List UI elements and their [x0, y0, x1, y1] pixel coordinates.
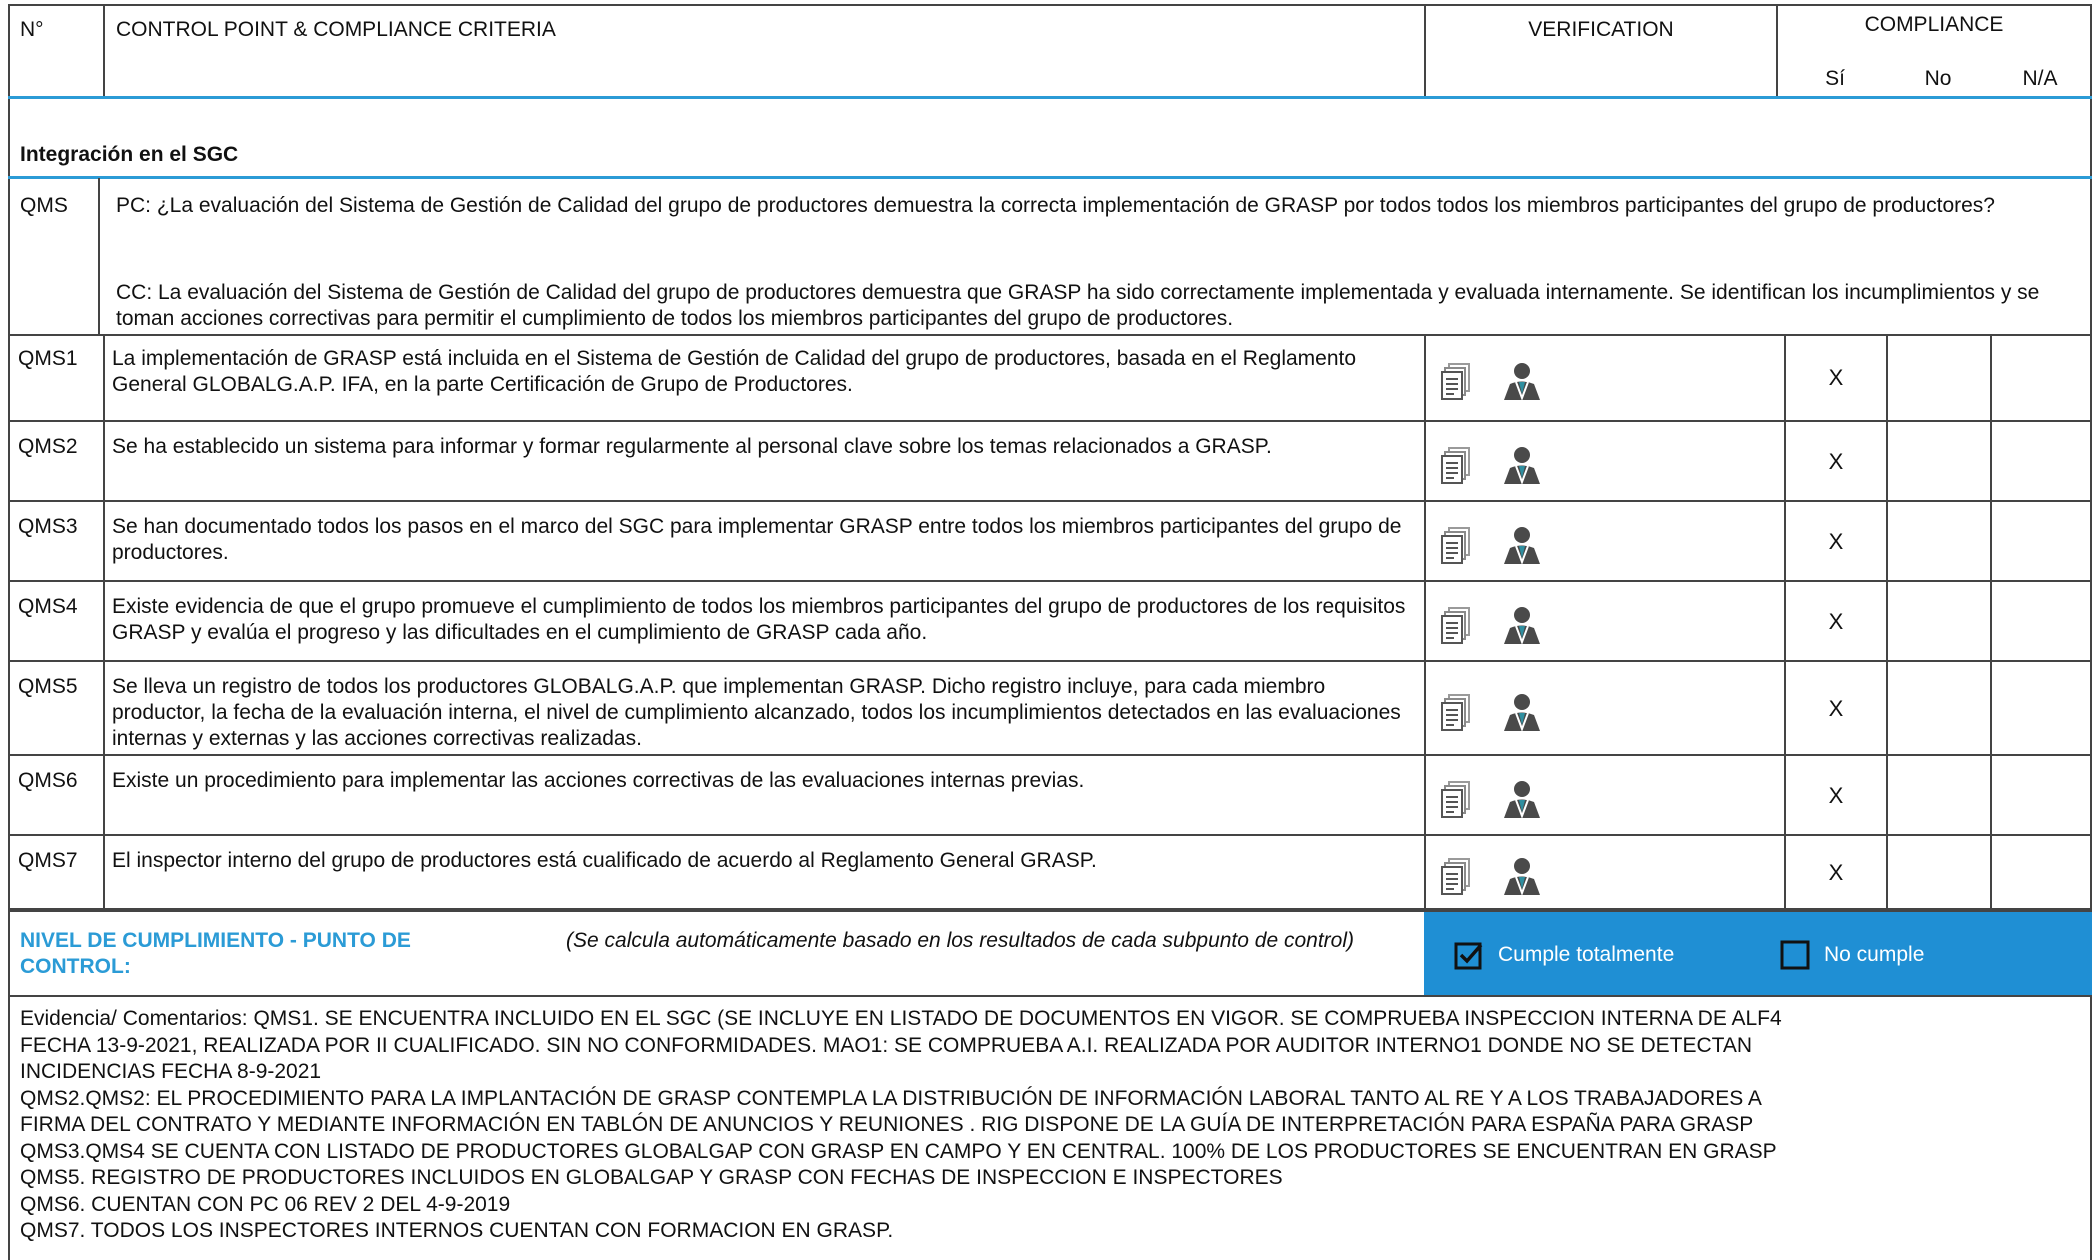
col-compliance-header: COMPLIANCE [1864, 13, 2004, 36]
document-icon [1440, 857, 1474, 900]
verification-icons [1440, 446, 1542, 489]
row-code: QMS3 [18, 515, 78, 538]
inspector-person-icon [1502, 780, 1542, 823]
inspector-person-icon [1502, 526, 1542, 569]
inspector-person-icon [1502, 693, 1542, 736]
comment-line: QMS7. TODOS LOS INSPECTORES INTERNOS CUE… [20, 1219, 894, 1242]
compliance-si-cell[interactable]: X [1786, 783, 1886, 809]
verification-icons [1440, 693, 1542, 736]
evidence-comments: Evidencia/ Comentarios: QMS1. SE ENCUENT… [20, 1006, 2080, 1245]
compliance-si-cell[interactable]: X [1786, 529, 1886, 555]
option-no-cumple-label: No cumple [1824, 943, 1925, 966]
row-code: QMS7 [18, 849, 78, 872]
col-number-header: N° [20, 18, 44, 41]
table-row: QMS3 Se han documentado todos los pasos e… [0, 502, 2098, 582]
row-code: QMS6 [18, 769, 78, 792]
document-icon [1440, 606, 1474, 649]
comment-line: QMS2.QMS2: EL PROCEDIMIENTO PARA LA IMPL… [20, 1086, 1762, 1110]
row-text: Se lleva un registro de todos los produc… [112, 675, 1401, 750]
row-text: Existe evidencia de que el grupo promuev… [112, 595, 1406, 644]
document-icon [1440, 362, 1474, 405]
row-text: Se han documentado todos los pasos en el… [112, 515, 1402, 564]
comment-line: INCIDENCIAS FECHA 8-9-2021 [20, 1060, 322, 1083]
compliance-na-header: N/A [2022, 67, 2058, 90]
comment-line: FIRMA DEL CONTRATO Y MEDIANTE INFORMACIÓ… [20, 1113, 1754, 1136]
compliance-si-header: Sí [1825, 67, 1845, 90]
row-text: La implementación de GRASP está incluida… [112, 347, 1357, 396]
document-icon [1440, 780, 1474, 823]
document-icon [1440, 526, 1474, 569]
compliance-si-cell[interactable]: X [1786, 449, 1886, 475]
table-row: QMS5 Se lleva un registro de todos los pr… [0, 662, 2098, 756]
table-row: QMS7 El inspector interno del grupo de pr… [0, 836, 2098, 910]
verification-icons [1440, 362, 1542, 405]
table-row: QMS6 Existe un procedimiento para impleme… [0, 756, 2098, 836]
col-verification-header: VERIFICATION [1528, 18, 1674, 41]
verification-icons [1440, 606, 1542, 649]
compliance-no-header: No [1924, 67, 1952, 90]
compliance-si-cell[interactable]: X [1786, 696, 1886, 722]
row-text: Se ha establecido un sistema para inform… [112, 435, 1272, 458]
option-no-cumple[interactable]: No cumple [1780, 940, 1924, 970]
option-cumple-totalmente[interactable]: Cumple totalmente [1454, 940, 1674, 970]
verification-icons [1440, 780, 1542, 823]
row-text: El inspector interno del grupo de produc… [112, 849, 1097, 872]
compliance-level-note: (Se calcula automáticamente basado en lo… [566, 929, 1354, 952]
option-cumple-label: Cumple totalmente [1498, 943, 1675, 966]
table-row: QMS2 Se ha establecido un sistema para in… [0, 422, 2098, 502]
checkbox-unchecked-icon[interactable] [1780, 940, 1810, 970]
control-point-code: QMS [20, 194, 68, 217]
comment-line: Evidencia/ Comentarios: QMS1. SE ENCUENT… [20, 1007, 1782, 1030]
comment-line: QMS5. REGISTRO DE PRODUCTORES INCLUIDOS … [20, 1166, 1283, 1189]
comment-line: QMS3.QMS4 SE CUENTA CON LISTADO DE PRODU… [20, 1139, 1777, 1163]
section-title: Integración en el SGC [20, 143, 239, 166]
table-row: QMS1 La implementación de GRASP está incl… [0, 334, 2098, 422]
checkbox-checked-icon[interactable] [1454, 940, 1484, 970]
row-text: Existe un procedimiento para implementar… [112, 769, 1085, 792]
row-code: QMS5 [18, 675, 78, 698]
inspector-person-icon [1502, 606, 1542, 649]
table-row: QMS4 Existe evidencia de que el grupo pro… [0, 582, 2098, 662]
comment-line: FECHA 13-9-2021, REALIZADA POR II CUALIF… [20, 1033, 1753, 1057]
control-point-question: PC: ¿La evaluación del Sistema de Gestió… [116, 194, 1995, 217]
compliance-si-cell[interactable]: X [1786, 609, 1886, 635]
document-icon [1440, 693, 1474, 736]
inspector-person-icon [1502, 857, 1542, 900]
row-code: QMS4 [18, 595, 78, 618]
inspector-person-icon [1502, 362, 1542, 405]
document-icon [1440, 446, 1474, 489]
inspector-person-icon [1502, 446, 1542, 489]
compliance-si-cell[interactable]: X [1786, 860, 1886, 886]
col-control-header: CONTROL POINT & COMPLIANCE CRITERIA [116, 18, 556, 41]
row-code: QMS1 [18, 347, 78, 370]
compliance-criteria: CC: La evaluación del Sistema de Gestión… [116, 281, 2040, 330]
comment-line: QMS6. CUENTAN CON PC 06 REV 2 DEL 4-9-20… [20, 1192, 511, 1216]
verification-icons [1440, 526, 1542, 569]
compliance-si-cell[interactable]: X [1786, 365, 1886, 391]
compliance-level-label: NIVEL DE CUMPLIMIENTO - PUNTO DE CONTROL… [20, 929, 411, 978]
verification-icons [1440, 857, 1542, 900]
row-code: QMS2 [18, 435, 78, 458]
